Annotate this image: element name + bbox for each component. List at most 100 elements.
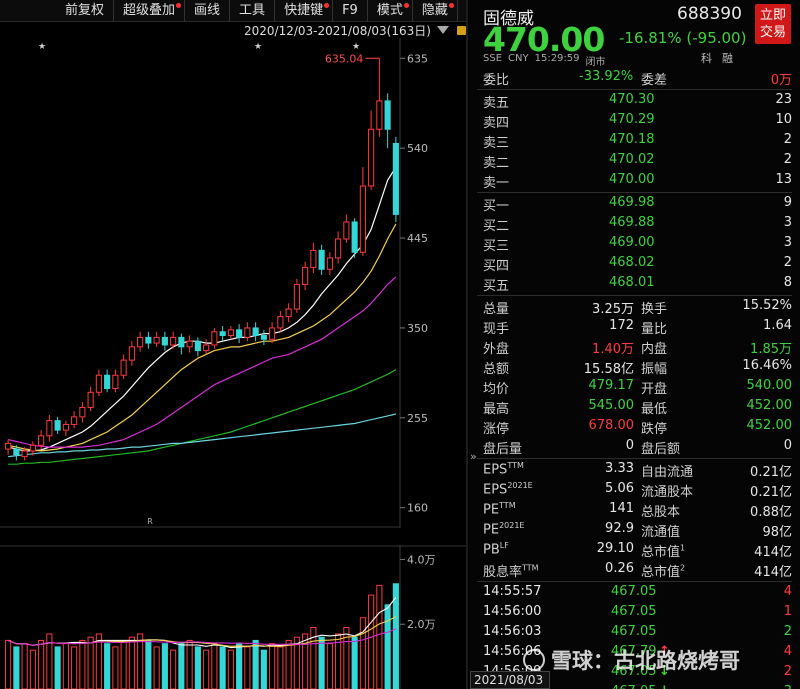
volume-bar[interactable] bbox=[211, 643, 218, 689]
panel-divider[interactable] bbox=[466, 0, 468, 689]
toolbar-item-3[interactable]: 工具 bbox=[230, 0, 276, 22]
volume-bar[interactable] bbox=[203, 649, 210, 689]
candle[interactable] bbox=[38, 435, 45, 446]
candle[interactable] bbox=[145, 336, 152, 344]
candle[interactable] bbox=[244, 327, 251, 338]
candlestick-chart[interactable]: 635 540 445 350 255 160 ★ ★ ★ R 635.04 bbox=[0, 38, 466, 528]
candle[interactable] bbox=[335, 238, 342, 259]
candle[interactable] bbox=[29, 444, 36, 452]
volume-bar[interactable] bbox=[112, 646, 119, 689]
chevron-down-icon[interactable] bbox=[436, 26, 449, 34]
candle[interactable] bbox=[54, 420, 61, 431]
volume-bar[interactable] bbox=[318, 636, 325, 689]
candle[interactable] bbox=[13, 448, 20, 456]
volume-bar[interactable] bbox=[29, 649, 36, 689]
candle[interactable] bbox=[285, 308, 292, 318]
candle[interactable] bbox=[203, 344, 210, 352]
lock-icon[interactable] bbox=[456, 25, 466, 35]
volume-bar[interactable] bbox=[277, 646, 284, 689]
candle[interactable] bbox=[186, 340, 193, 348]
volume-bar[interactable] bbox=[87, 636, 94, 689]
volume-bar[interactable] bbox=[252, 639, 259, 689]
volume-bar[interactable] bbox=[194, 646, 201, 689]
candle[interactable] bbox=[170, 336, 177, 346]
trade-now-button[interactable]: 立即交易 bbox=[755, 4, 791, 44]
volume-bar[interactable] bbox=[302, 633, 309, 689]
toolbar-item-0[interactable]: 前复权 bbox=[56, 0, 115, 22]
volume-bar[interactable] bbox=[62, 643, 69, 689]
candle[interactable] bbox=[194, 340, 201, 352]
volume-bar[interactable] bbox=[38, 639, 45, 689]
volume-bar[interactable] bbox=[71, 646, 78, 689]
candle[interactable] bbox=[5, 442, 12, 450]
candle[interactable] bbox=[293, 283, 300, 310]
candle[interactable] bbox=[104, 374, 111, 389]
toolbar-item-1[interactable]: 超级叠加 bbox=[114, 0, 186, 22]
candle[interactable] bbox=[376, 100, 383, 130]
volume-bar[interactable] bbox=[260, 649, 267, 689]
candle[interactable] bbox=[368, 128, 375, 187]
volume-bar[interactable] bbox=[227, 649, 234, 689]
volume-bar[interactable] bbox=[170, 649, 177, 689]
candle[interactable] bbox=[95, 374, 102, 393]
toolbar-item-7[interactable]: 隐藏 bbox=[413, 0, 458, 22]
candle[interactable] bbox=[310, 249, 317, 268]
candle[interactable] bbox=[392, 142, 399, 215]
volume-bar[interactable] bbox=[128, 636, 135, 689]
volume-bar[interactable] bbox=[153, 646, 160, 689]
volume-bar[interactable] bbox=[368, 594, 375, 689]
candle[interactable] bbox=[227, 329, 234, 337]
volume-bar[interactable] bbox=[326, 643, 333, 689]
candle[interactable] bbox=[178, 336, 185, 348]
candle[interactable] bbox=[62, 423, 69, 431]
volume-bar[interactable] bbox=[178, 643, 185, 689]
volume-bar[interactable] bbox=[236, 643, 243, 689]
candle[interactable] bbox=[79, 406, 86, 418]
candle[interactable] bbox=[137, 336, 144, 348]
candle[interactable] bbox=[21, 450, 28, 458]
volume-bar[interactable] bbox=[351, 636, 358, 689]
volume-bar[interactable] bbox=[21, 643, 28, 689]
candle[interactable] bbox=[112, 374, 119, 389]
candle[interactable] bbox=[269, 327, 276, 340]
volume-bar[interactable] bbox=[384, 604, 391, 689]
candle[interactable] bbox=[87, 391, 94, 408]
candle[interactable] bbox=[71, 416, 78, 425]
candle[interactable] bbox=[302, 266, 309, 285]
volume-chart[interactable]: 4.0万 2.0万 bbox=[0, 545, 466, 689]
candle[interactable] bbox=[128, 346, 135, 361]
candle[interactable] bbox=[277, 316, 284, 329]
volume-bar[interactable] bbox=[54, 646, 61, 689]
volume-bar[interactable] bbox=[13, 646, 20, 689]
candle[interactable] bbox=[236, 329, 243, 338]
volume-bar[interactable] bbox=[269, 643, 276, 689]
volume-bar[interactable] bbox=[219, 646, 226, 689]
candle[interactable] bbox=[318, 249, 325, 270]
candle[interactable] bbox=[384, 100, 391, 130]
toolbar-item-2[interactable]: 画线 bbox=[185, 0, 231, 22]
date-range-selector[interactable]: 2020/12/03-2021/08/03(163日) bbox=[244, 22, 466, 38]
candle[interactable] bbox=[153, 336, 160, 344]
candle[interactable] bbox=[161, 336, 168, 346]
volume-bar[interactable] bbox=[145, 639, 152, 689]
volume-bar[interactable] bbox=[244, 646, 251, 689]
expand-arrow-icon[interactable]: » bbox=[470, 450, 477, 463]
candle[interactable] bbox=[343, 221, 350, 240]
volume-bar[interactable] bbox=[161, 643, 168, 689]
volume-bar[interactable] bbox=[104, 643, 111, 689]
candle[interactable] bbox=[219, 331, 226, 337]
toolbar-item-6[interactable]: 模式 bbox=[368, 0, 413, 22]
candle[interactable] bbox=[351, 221, 358, 253]
volume-bar[interactable] bbox=[285, 639, 292, 689]
candle[interactable] bbox=[326, 257, 333, 270]
volume-bar[interactable] bbox=[120, 639, 127, 689]
volume-bar[interactable] bbox=[376, 584, 383, 689]
volume-bar[interactable] bbox=[5, 639, 12, 689]
volume-bar[interactable] bbox=[359, 617, 366, 689]
candle[interactable] bbox=[120, 359, 127, 376]
volume-bar[interactable] bbox=[79, 639, 86, 689]
candle[interactable] bbox=[252, 327, 259, 337]
candle[interactable] bbox=[359, 185, 366, 253]
toolbar-item-4[interactable]: 快捷键 bbox=[275, 0, 334, 22]
candle[interactable] bbox=[260, 335, 267, 340]
